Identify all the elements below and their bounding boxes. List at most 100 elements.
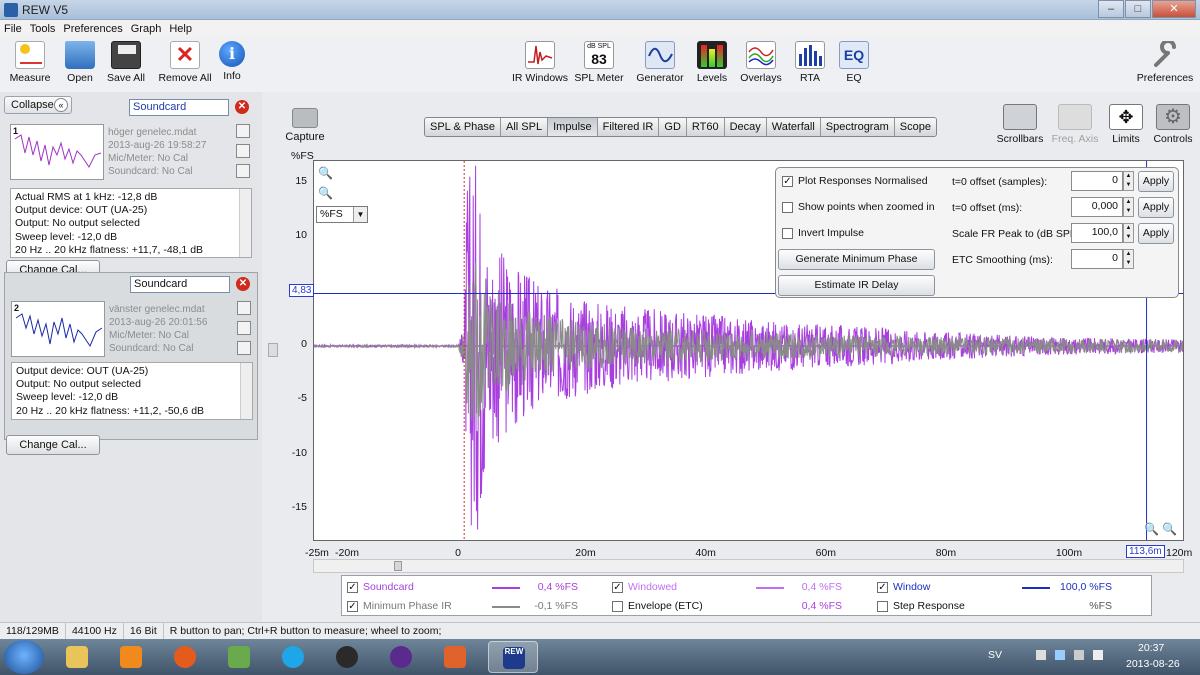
- spl-meter-button[interactable]: dB SPL 83 SPL Meter: [571, 41, 627, 84]
- estimate-ir-delay-button[interactable]: Estimate IR Delay: [778, 275, 935, 296]
- measurement-card-2[interactable]: Soundcard ✕ 2 vänster genelec.mdat 2013-…: [4, 272, 258, 440]
- taskbar-network[interactable]: [214, 641, 264, 673]
- change-cal-button[interactable]: Change Cal...: [6, 435, 100, 455]
- generator-button[interactable]: Generator: [632, 41, 688, 84]
- tab-spl-phase[interactable]: SPL & Phase: [425, 118, 502, 136]
- zoom-out-icon[interactable]: 🔍: [318, 186, 333, 200]
- tab-filtered-ir[interactable]: Filtered IR: [597, 118, 660, 136]
- menu-tools[interactable]: Tools: [30, 23, 56, 35]
- taskbar-spotify[interactable]: [322, 641, 372, 673]
- delete-icon[interactable]: ✕: [236, 277, 250, 291]
- legend-item-minimum-phase[interactable]: ✓ Minimum Phase IR: [347, 600, 452, 612]
- unit-select[interactable]: %FS ▼: [316, 206, 368, 223]
- scrollbars-button[interactable]: Scrollbars: [994, 104, 1046, 145]
- t0-ms-spinner[interactable]: ▲ ▼: [1123, 197, 1134, 217]
- menu-preferences[interactable]: Preferences: [63, 23, 122, 35]
- preferences-button[interactable]: Preferences: [1134, 39, 1196, 84]
- tab-spectrogram[interactable]: Spectrogram: [820, 118, 895, 136]
- graph-edit-icon[interactable]: [236, 124, 250, 138]
- apply-t0-ms-button[interactable]: Apply: [1138, 197, 1174, 218]
- measurement-thumbnail[interactable]: 2: [11, 301, 105, 357]
- taskbar-image-app[interactable]: [430, 641, 480, 673]
- tab-rt60[interactable]: RT60: [686, 118, 725, 136]
- etc-smoothing-input[interactable]: 0: [1071, 249, 1123, 269]
- legend-item-envelope[interactable]: Envelope (ETC): [612, 600, 703, 612]
- taskbar-rew[interactable]: REW: [488, 641, 538, 673]
- tab-scope[interactable]: Scope: [894, 118, 936, 136]
- tab-decay[interactable]: Decay: [724, 118, 767, 136]
- t0-ms-input[interactable]: 0,000: [1071, 197, 1123, 217]
- minimize-button[interactable]: –: [1098, 0, 1124, 18]
- controls-button[interactable]: ⚙ Controls: [1147, 104, 1199, 145]
- show-points-checkbox[interactable]: Show points when zoomed in: [782, 201, 935, 213]
- system-tray-icons[interactable]: [1036, 650, 1110, 664]
- tab-impulse[interactable]: Impulse: [548, 118, 598, 136]
- graph-edit-icon[interactable]: [237, 301, 251, 315]
- measurement-name-field[interactable]: Soundcard: [129, 99, 229, 116]
- thumbnail-trace: [14, 134, 102, 168]
- clock-time[interactable]: 20:37: [1138, 642, 1164, 654]
- palette-icon[interactable]: [237, 321, 251, 335]
- checkbox-unchecked: [612, 600, 623, 612]
- eq-button[interactable]: EQ EQ: [826, 41, 882, 84]
- maximize-button[interactable]: □: [1125, 0, 1151, 18]
- apply-t0-samples-button[interactable]: Apply: [1138, 171, 1174, 192]
- save-all-button[interactable]: Save All: [98, 41, 154, 84]
- taskbar-skype[interactable]: [268, 641, 318, 673]
- invert-impulse-checkbox[interactable]: Invert Impulse: [782, 227, 864, 239]
- tab-gd[interactable]: GD: [659, 118, 687, 136]
- menu-graph[interactable]: Graph: [131, 23, 162, 35]
- delete-icon[interactable]: ✕: [235, 100, 249, 114]
- start-button[interactable]: [4, 640, 44, 674]
- generate-minimum-phase-button[interactable]: Generate Minimum Phase: [778, 249, 935, 270]
- levels-button[interactable]: Levels: [684, 41, 740, 84]
- ir-windows-button[interactable]: IR Windows: [512, 41, 568, 84]
- info-scrollbar[interactable]: [240, 363, 252, 419]
- scrollbar-thumb[interactable]: [394, 561, 402, 571]
- x-zoom-out-icon[interactable]: 🔍: [1162, 522, 1177, 536]
- palette-icon[interactable]: [236, 144, 250, 158]
- menu-file[interactable]: File: [4, 23, 22, 35]
- notes-icon[interactable]: [236, 164, 250, 178]
- measurement-info-box[interactable]: Output device: OUT (UA-25) Output: No ou…: [11, 362, 253, 420]
- legend-item-window[interactable]: ✓ Window: [877, 581, 930, 593]
- taskbar-explorer[interactable]: [52, 641, 102, 673]
- taskbar-music-app[interactable]: [376, 641, 426, 673]
- measure-button[interactable]: Measure: [2, 41, 58, 84]
- measurement-name-field[interactable]: Soundcard: [130, 276, 230, 293]
- taskbar-firefox[interactable]: [160, 641, 210, 673]
- limits-button[interactable]: ✥ Limits: [1100, 104, 1152, 145]
- tab-all-spl[interactable]: All SPL: [501, 118, 549, 136]
- measurement-info-box[interactable]: Actual RMS at 1 kHz: -12,8 dB Output dev…: [10, 188, 252, 258]
- tab-waterfall[interactable]: Waterfall: [766, 118, 821, 136]
- freq-axis-button[interactable]: Freq. Axis: [1049, 104, 1101, 145]
- t0-samples-input[interactable]: 0: [1071, 171, 1123, 191]
- info-button[interactable]: i Info: [204, 41, 260, 82]
- measurement-soundcard-cal: Soundcard: No Cal: [109, 343, 194, 354]
- ir-windows-label: IR Windows: [512, 72, 569, 84]
- scale-fr-spinner[interactable]: ▲ ▼: [1123, 223, 1134, 243]
- scale-fr-input[interactable]: 100,0: [1071, 223, 1123, 243]
- graph-horizontal-scrollbar[interactable]: [313, 559, 1184, 573]
- capture-button[interactable]: Capture: [282, 108, 328, 143]
- menu-help[interactable]: Help: [169, 23, 192, 35]
- measurement-card-1[interactable]: Soundcard ✕ 1 höger genelec.mdat 2013-au…: [4, 96, 258, 264]
- notes-icon[interactable]: [237, 341, 251, 355]
- generator-icon: [645, 41, 675, 69]
- legend-item-windowed[interactable]: ✓ Windowed: [612, 581, 677, 593]
- zoom-in-icon[interactable]: 🔍: [318, 166, 333, 180]
- legend-item-soundcard[interactable]: ✓ Soundcard: [347, 581, 414, 593]
- taskbar-media-player[interactable]: [106, 641, 156, 673]
- clock-date[interactable]: 2013-08-26: [1126, 658, 1180, 670]
- x-zoom-in-icon[interactable]: 🔍: [1144, 522, 1159, 536]
- plot-normalised-checkbox[interactable]: ✓ Plot Responses Normalised: [782, 175, 928, 187]
- legend-item-step-response[interactable]: Step Response: [877, 600, 965, 612]
- close-button[interactable]: ✕: [1152, 0, 1196, 18]
- t0-samples-spinner[interactable]: ▲ ▼: [1123, 171, 1134, 191]
- measurement-thumbnail[interactable]: 1: [10, 124, 104, 180]
- apply-scale-button[interactable]: Apply: [1138, 223, 1174, 244]
- info-scrollbar[interactable]: [239, 189, 251, 257]
- overlays-button[interactable]: Overlays: [733, 41, 789, 84]
- language-indicator[interactable]: SV: [988, 649, 1002, 661]
- etc-smoothing-spinner[interactable]: ▲ ▼: [1123, 249, 1134, 269]
